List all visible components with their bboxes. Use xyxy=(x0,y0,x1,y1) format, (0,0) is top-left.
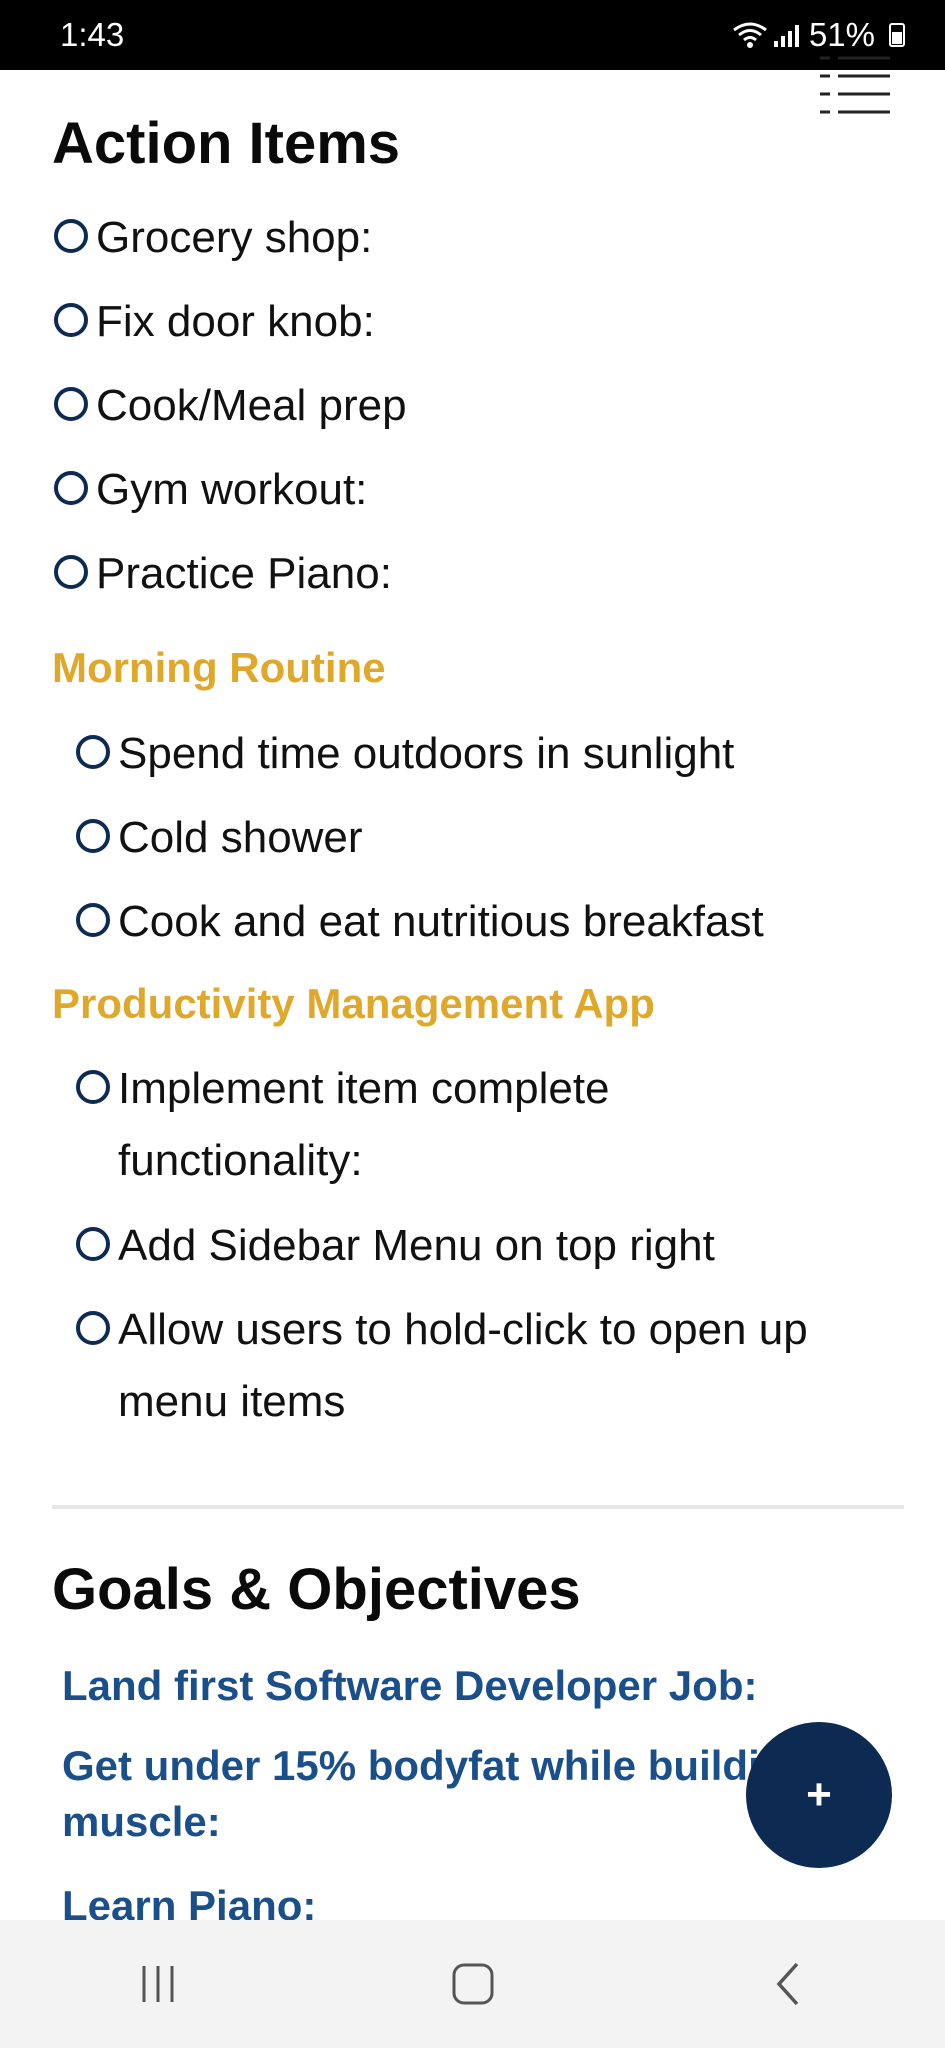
item-label: Allow users to hold-click to open up men… xyxy=(118,1305,808,1426)
status-right: 51% xyxy=(732,16,905,54)
item-label: Add Sidebar Menu on top right xyxy=(118,1221,715,1270)
list-item: Implement item complete functionality: xyxy=(76,1053,636,1197)
item-label: Cook/Meal prep xyxy=(96,381,407,430)
list-item: Spend time outdoors in sunlight xyxy=(76,718,734,790)
list-item: Grocery shop: xyxy=(54,202,372,274)
battery-percent: 51% xyxy=(808,16,875,53)
battery-icon xyxy=(889,23,905,47)
system-nav-bar xyxy=(0,1920,945,2048)
status-bar: 1:43 51% xyxy=(0,0,945,70)
item-label: Grocery shop: xyxy=(96,213,373,262)
checkbox-circle-icon[interactable] xyxy=(54,303,88,337)
goals-title: Goals & Objectives xyxy=(52,1557,581,1622)
checkbox-circle-icon[interactable] xyxy=(54,555,88,589)
recents-icon xyxy=(142,1966,173,2002)
item-label: Fix door knob: xyxy=(96,297,375,346)
checkbox-circle-icon[interactable] xyxy=(76,735,110,769)
add-item-button[interactable]: + xyxy=(746,1722,892,1868)
item-label: Practice Piano: xyxy=(96,549,392,598)
checkbox-circle-icon[interactable] xyxy=(76,1227,110,1261)
menu-lines-icon[interactable] xyxy=(818,52,892,118)
group-title-productivity-app[interactable]: Productivity Management App xyxy=(52,980,655,1028)
checkbox-circle-icon[interactable] xyxy=(54,471,88,505)
goal-item[interactable]: Land first Software Developer Job: xyxy=(62,1658,882,1714)
section-divider xyxy=(52,1505,904,1509)
list-item: Allow users to hold-click to open up men… xyxy=(76,1294,876,1438)
group-title-morning-routine[interactable]: Morning Routine xyxy=(52,644,386,692)
list-item: Add Sidebar Menu on top right xyxy=(76,1210,715,1282)
item-label: Cold shower xyxy=(118,813,363,862)
home-icon xyxy=(452,1963,493,2005)
list-item: Gym workout: xyxy=(54,454,367,526)
status-icons xyxy=(732,21,799,49)
list-item: Cold shower xyxy=(76,802,363,874)
checkbox-circle-icon[interactable] xyxy=(76,1070,110,1104)
status-time: 1:43 xyxy=(60,16,125,53)
recents-button[interactable] xyxy=(98,1934,218,2034)
checkbox-circle-icon[interactable] xyxy=(54,387,88,421)
list-item: Fix door knob: xyxy=(54,286,375,358)
list-item: Practice Piano: xyxy=(54,538,392,610)
list-item: Cook and eat nutritious breakfast xyxy=(76,886,764,958)
back-icon xyxy=(776,1962,798,2006)
home-button[interactable] xyxy=(413,1934,533,2034)
wifi-icon xyxy=(733,22,767,48)
plus-icon: + xyxy=(806,1770,832,1819)
page-title: Action Items xyxy=(52,111,401,176)
checkbox-circle-icon[interactable] xyxy=(76,903,110,937)
item-label: Spend time outdoors in sunlight xyxy=(118,729,735,778)
signal-icon xyxy=(773,23,799,47)
item-label: Cook and eat nutritious breakfast xyxy=(118,897,764,946)
checkbox-circle-icon[interactable] xyxy=(76,819,110,853)
list-item: Cook/Meal prep xyxy=(54,370,407,442)
item-label: Implement item complete functionality: xyxy=(118,1064,610,1185)
item-label: Gym workout: xyxy=(96,465,368,514)
checkbox-circle-icon[interactable] xyxy=(76,1311,110,1345)
checkbox-circle-icon[interactable] xyxy=(54,219,88,253)
back-button[interactable] xyxy=(728,1934,848,2034)
